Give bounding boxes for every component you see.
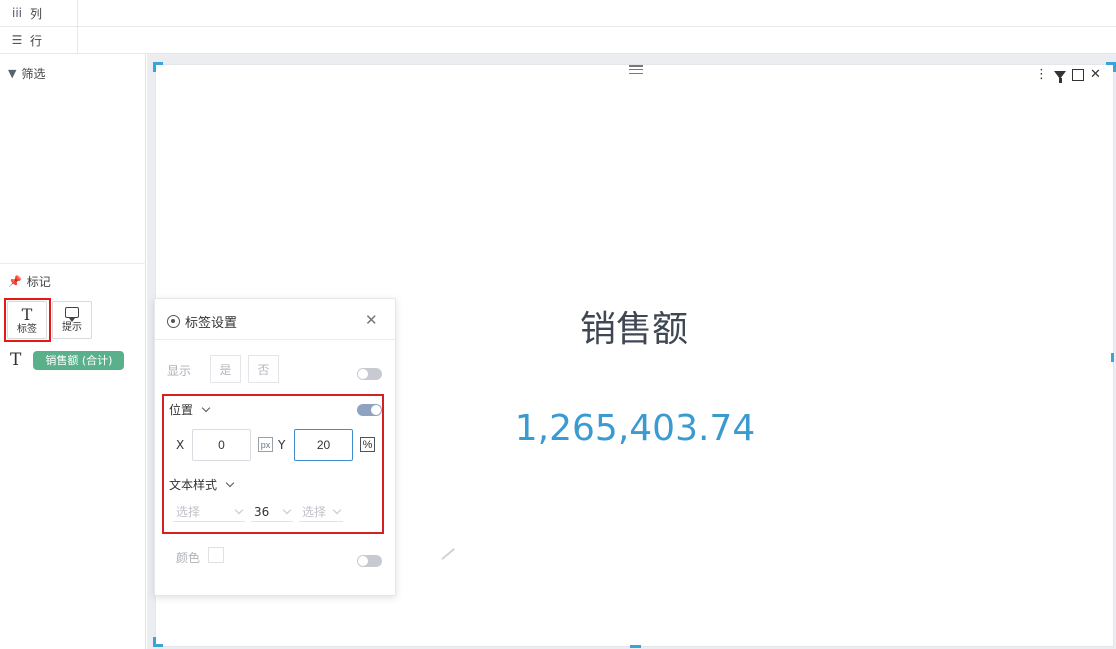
- mark-tooltip-button[interactable]: 提示: [52, 301, 92, 339]
- gear-icon: [167, 315, 180, 328]
- resize-handle-bottom-left[interactable]: [153, 637, 163, 647]
- resize-handle-top-right[interactable]: [1106, 62, 1116, 72]
- y-input[interactable]: [294, 429, 353, 461]
- maximize-icon[interactable]: [1072, 69, 1084, 81]
- columns-icon: iii: [11, 6, 22, 20]
- font-family-placeholder: 选择: [176, 505, 201, 519]
- marks-divider: [0, 263, 146, 264]
- rows-label: 行: [30, 33, 43, 48]
- x-label: X: [176, 438, 185, 452]
- popup-header: 标签设置 ✕: [155, 299, 395, 340]
- drag-handle-icon[interactable]: [629, 65, 643, 74]
- y-label: Y: [278, 438, 286, 452]
- color-label: 颜色: [176, 551, 201, 565]
- columns-label: 列: [30, 6, 43, 21]
- font-size-value: 36: [254, 504, 270, 519]
- resize-handle-right[interactable]: [1111, 353, 1114, 362]
- show-yes-button[interactable]: 是: [210, 355, 241, 383]
- label-button-highlight: [4, 298, 51, 342]
- columns-shelf-label: iii 列: [0, 0, 78, 26]
- show-label: 显示: [167, 364, 192, 378]
- speech-bubble-icon: [65, 307, 79, 322]
- text-t-icon: T: [10, 350, 22, 370]
- show-no-button[interactable]: 否: [248, 355, 279, 383]
- position-label: 位置: [169, 403, 194, 417]
- chevron-down-icon: [201, 403, 211, 413]
- chevron-down-icon: [225, 478, 235, 488]
- rows-shelf[interactable]: ☰ 行: [0, 27, 1116, 54]
- popup-title: 标签设置: [167, 312, 237, 331]
- show-toggle[interactable]: [357, 368, 382, 380]
- mark-tooltip-button-label: 提示: [62, 322, 82, 333]
- close-icon[interactable]: ✕: [365, 311, 378, 329]
- rows-shelf-label: ☰ 行: [0, 27, 78, 53]
- chevron-down-icon: [282, 505, 292, 515]
- filter-icon[interactable]: [1054, 71, 1066, 83]
- resize-handle-bottom[interactable]: [630, 645, 641, 648]
- viz-value: 1,265,403.74: [514, 408, 756, 449]
- viz-toolbar: ⋮ ✕: [1035, 68, 1101, 83]
- filter-icon: ▼: [8, 67, 17, 80]
- position-section-label[interactable]: 位置: [169, 401, 211, 418]
- chevron-down-icon: [332, 505, 342, 515]
- position-toggle[interactable]: [357, 404, 382, 416]
- more-options-icon[interactable]: ⋮: [1035, 68, 1048, 82]
- color-toggle[interactable]: [357, 555, 382, 567]
- close-icon[interactable]: ✕: [1090, 68, 1101, 82]
- font-size-select[interactable]: 36: [251, 502, 293, 522]
- pin-icon: 📌: [8, 275, 22, 288]
- columns-shelf[interactable]: iii 列: [0, 0, 1116, 27]
- filter-label: 筛选: [21, 67, 46, 81]
- x-input[interactable]: [192, 429, 251, 461]
- font-weight-select[interactable]: 选择: [299, 502, 343, 522]
- color-swatch[interactable]: [208, 547, 224, 563]
- marks-section-title: 📌 标记: [8, 273, 51, 290]
- rows-list-icon: ☰: [11, 33, 23, 47]
- filter-section-title: ▼ 筛选: [8, 65, 45, 82]
- popup-title-text: 标签设置: [185, 316, 238, 331]
- px-unit-toggle[interactable]: px: [258, 437, 273, 452]
- viz-title: 销售额: [579, 309, 688, 350]
- label-field-row: T 销售额 (合计): [10, 350, 125, 370]
- resize-handle-top-left[interactable]: [153, 62, 163, 72]
- text-style-section-label[interactable]: 文本样式: [169, 476, 235, 493]
- sales-sum-field-pill[interactable]: 销售额 (合计): [33, 350, 125, 370]
- chevron-down-icon: [234, 505, 244, 515]
- percent-unit-toggle[interactable]: %: [360, 437, 375, 452]
- marks-label: 标记: [26, 275, 51, 289]
- font-weight-placeholder: 选择: [302, 505, 327, 519]
- font-family-select[interactable]: 选择: [173, 502, 245, 522]
- text-style-label: 文本样式: [169, 478, 218, 492]
